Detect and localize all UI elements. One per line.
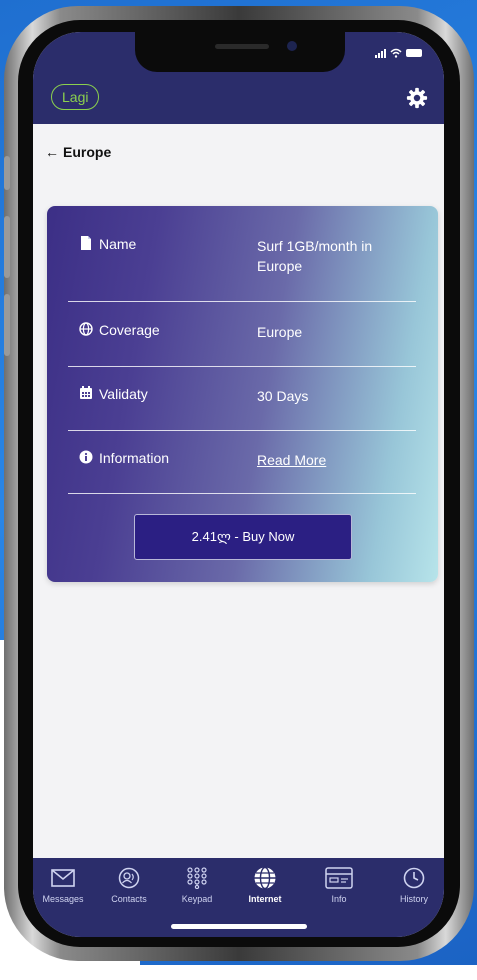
plan-row-value: Europe <box>257 324 303 340</box>
plan-card: Name Surf 1GB/month in Europe Coverage E… <box>47 206 438 582</box>
plan-row-value: 30 Days <box>257 388 309 404</box>
volume-up-button <box>4 216 10 278</box>
status-bar <box>375 48 422 58</box>
divider <box>68 430 416 431</box>
plan-row-name: Name Surf 1GB/month in Europe <box>75 234 425 274</box>
plan-row-validity: Validaty 30 Days <box>75 384 425 408</box>
tab-keypad[interactable]: Keypad <box>167 866 227 904</box>
top-bar: Lagi <box>33 32 444 124</box>
gear-icon[interactable] <box>406 87 428 109</box>
calendar-icon <box>80 386 92 399</box>
divider <box>68 493 416 494</box>
plan-row-coverage: Coverage Europe <box>75 320 425 344</box>
notch <box>135 32 345 72</box>
tab-info[interactable]: Info <box>309 866 369 904</box>
contacts-icon <box>118 867 140 889</box>
plan-row-label: Name <box>99 236 137 252</box>
tab-contacts[interactable]: Contacts <box>99 866 159 904</box>
plan-row-label: Coverage <box>99 322 160 338</box>
card-icon <box>325 867 353 889</box>
plan-row-information: Information Read More <box>75 448 425 472</box>
tab-internet[interactable]: Internet <box>235 866 295 904</box>
buy-now-button[interactable]: 2.41ლ - Buy Now <box>134 514 352 560</box>
tab-label: Internet <box>248 894 282 904</box>
tab-label: Keypad <box>181 894 213 904</box>
back-arrow-icon[interactable]: ← <box>45 144 59 160</box>
app-logo: Lagi <box>51 84 100 110</box>
keypad-icon <box>187 867 207 889</box>
tab-label: History <box>399 894 428 904</box>
info-icon <box>79 450 93 464</box>
camera <box>287 41 297 51</box>
tab-label: Contacts <box>111 894 147 904</box>
read-more-link[interactable]: Read More <box>257 450 417 470</box>
document-icon <box>81 236 91 250</box>
mute-switch <box>4 156 10 190</box>
page-header: ← Europe <box>45 144 111 160</box>
plan-row-label: Validaty <box>99 386 148 402</box>
wifi-icon <box>390 48 402 58</box>
clock-icon <box>403 867 425 889</box>
globe-icon <box>254 866 276 890</box>
bottom-tab-bar: Messages Contacts Keypad Internet Info H… <box>33 858 444 937</box>
plan-row-value: Surf 1GB/month in Europe <box>257 238 373 274</box>
screen: Lagi ← Europe Name Surf 1GB/month in Eur… <box>33 32 444 937</box>
globe-icon <box>79 322 93 336</box>
signal-icon <box>375 48 386 58</box>
divider <box>68 366 416 367</box>
page-title: Europe <box>63 144 112 160</box>
battery-icon <box>406 49 422 57</box>
speaker <box>215 44 269 49</box>
envelope-icon <box>51 869 75 887</box>
tab-messages[interactable]: Messages <box>33 866 93 904</box>
plan-row-label: Information <box>99 450 170 466</box>
home-indicator[interactable] <box>171 924 307 929</box>
tab-label: Messages <box>42 894 84 904</box>
tab-history[interactable]: History <box>384 866 444 904</box>
tab-label: Info <box>331 894 347 904</box>
divider <box>68 301 416 302</box>
volume-down-button <box>4 294 10 356</box>
